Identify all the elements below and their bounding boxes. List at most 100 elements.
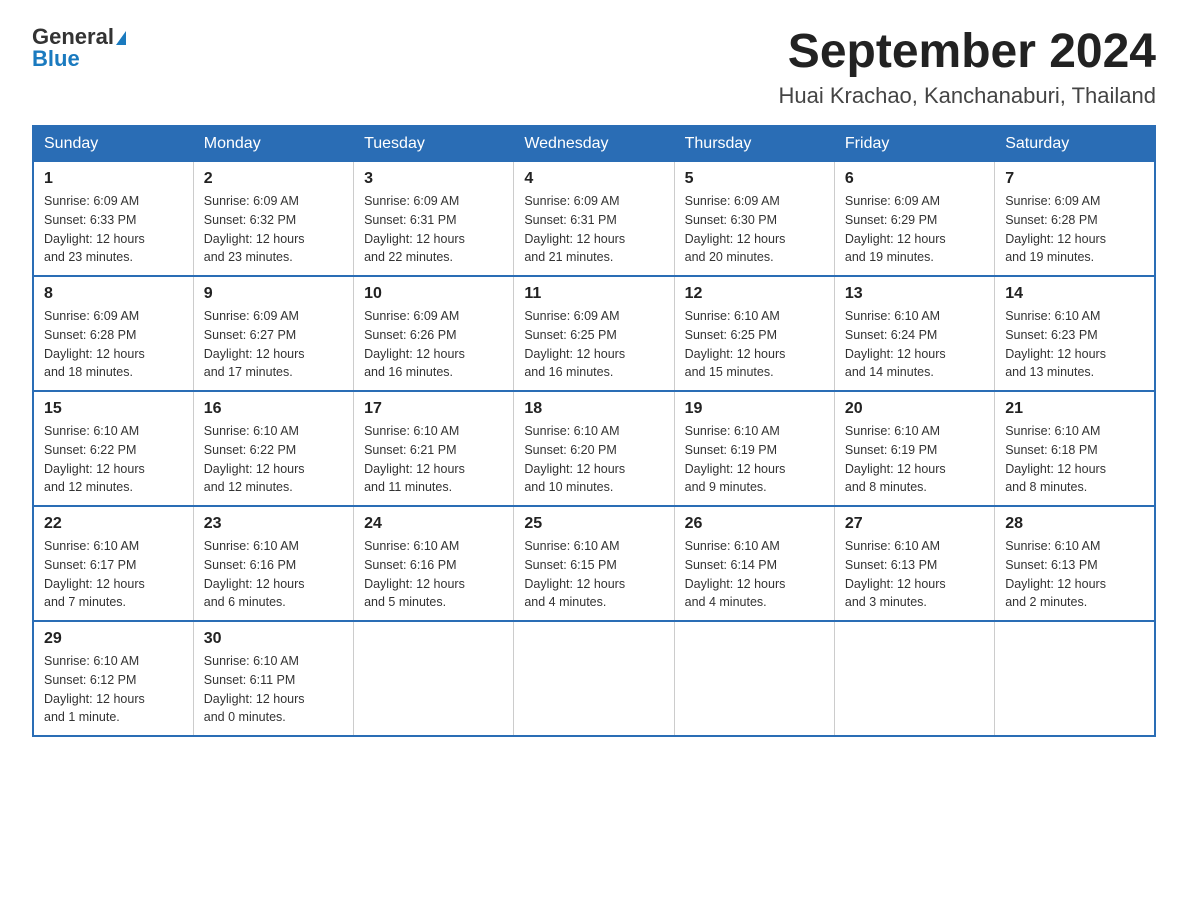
calendar-cell [674, 621, 834, 736]
calendar-cell: 4 Sunrise: 6:09 AM Sunset: 6:31 PM Dayli… [514, 162, 674, 277]
day-number: 30 [204, 630, 343, 648]
weekday-header-friday: Friday [834, 126, 994, 162]
weekday-header-thursday: Thursday [674, 126, 834, 162]
calendar-cell: 30 Sunrise: 6:10 AM Sunset: 6:11 PM Dayl… [193, 621, 353, 736]
weekday-header-sunday: Sunday [33, 126, 193, 162]
day-info: Sunrise: 6:10 AM Sunset: 6:14 PM Dayligh… [685, 537, 824, 612]
calendar-cell: 26 Sunrise: 6:10 AM Sunset: 6:14 PM Dayl… [674, 506, 834, 621]
day-number: 17 [364, 400, 503, 418]
calendar-cell: 19 Sunrise: 6:10 AM Sunset: 6:19 PM Dayl… [674, 391, 834, 506]
weekday-header-wednesday: Wednesday [514, 126, 674, 162]
calendar-week-row: 29 Sunrise: 6:10 AM Sunset: 6:12 PM Dayl… [33, 621, 1155, 736]
calendar-cell: 14 Sunrise: 6:10 AM Sunset: 6:23 PM Dayl… [995, 276, 1155, 391]
day-info: Sunrise: 6:10 AM Sunset: 6:24 PM Dayligh… [845, 307, 984, 382]
day-number: 1 [44, 170, 183, 188]
day-info: Sunrise: 6:09 AM Sunset: 6:27 PM Dayligh… [204, 307, 343, 382]
day-number: 6 [845, 170, 984, 188]
day-number: 27 [845, 515, 984, 533]
calendar-week-row: 22 Sunrise: 6:10 AM Sunset: 6:17 PM Dayl… [33, 506, 1155, 621]
day-info: Sunrise: 6:10 AM Sunset: 6:18 PM Dayligh… [1005, 422, 1144, 497]
day-number: 29 [44, 630, 183, 648]
day-number: 21 [1005, 400, 1144, 418]
day-info: Sunrise: 6:10 AM Sunset: 6:22 PM Dayligh… [44, 422, 183, 497]
calendar-cell: 22 Sunrise: 6:10 AM Sunset: 6:17 PM Dayl… [33, 506, 193, 621]
calendar-header-row: SundayMondayTuesdayWednesdayThursdayFrid… [33, 126, 1155, 162]
day-info: Sunrise: 6:10 AM Sunset: 6:12 PM Dayligh… [44, 652, 183, 727]
day-number: 18 [524, 400, 663, 418]
day-number: 16 [204, 400, 343, 418]
day-number: 14 [1005, 285, 1144, 303]
title-block: September 2024 Huai Krachao, Kanchanabur… [778, 24, 1156, 109]
page-header: General Blue September 2024 Huai Krachao… [32, 24, 1156, 109]
day-info: Sunrise: 6:09 AM Sunset: 6:28 PM Dayligh… [44, 307, 183, 382]
logo: General Blue [32, 24, 126, 72]
day-info: Sunrise: 6:10 AM Sunset: 6:20 PM Dayligh… [524, 422, 663, 497]
day-number: 26 [685, 515, 824, 533]
calendar-cell: 10 Sunrise: 6:09 AM Sunset: 6:26 PM Dayl… [354, 276, 514, 391]
day-info: Sunrise: 6:09 AM Sunset: 6:30 PM Dayligh… [685, 192, 824, 267]
weekday-header-tuesday: Tuesday [354, 126, 514, 162]
calendar-cell [995, 621, 1155, 736]
day-number: 7 [1005, 170, 1144, 188]
calendar-cell: 12 Sunrise: 6:10 AM Sunset: 6:25 PM Dayl… [674, 276, 834, 391]
calendar-cell: 7 Sunrise: 6:09 AM Sunset: 6:28 PM Dayli… [995, 162, 1155, 277]
calendar-cell: 11 Sunrise: 6:09 AM Sunset: 6:25 PM Dayl… [514, 276, 674, 391]
day-info: Sunrise: 6:10 AM Sunset: 6:16 PM Dayligh… [204, 537, 343, 612]
day-number: 9 [204, 285, 343, 303]
day-info: Sunrise: 6:10 AM Sunset: 6:22 PM Dayligh… [204, 422, 343, 497]
calendar-cell [834, 621, 994, 736]
calendar-cell: 23 Sunrise: 6:10 AM Sunset: 6:16 PM Dayl… [193, 506, 353, 621]
calendar-week-row: 15 Sunrise: 6:10 AM Sunset: 6:22 PM Dayl… [33, 391, 1155, 506]
calendar-cell: 25 Sunrise: 6:10 AM Sunset: 6:15 PM Dayl… [514, 506, 674, 621]
day-number: 12 [685, 285, 824, 303]
day-info: Sunrise: 6:09 AM Sunset: 6:31 PM Dayligh… [524, 192, 663, 267]
calendar-cell: 28 Sunrise: 6:10 AM Sunset: 6:13 PM Dayl… [995, 506, 1155, 621]
day-info: Sunrise: 6:09 AM Sunset: 6:29 PM Dayligh… [845, 192, 984, 267]
day-info: Sunrise: 6:10 AM Sunset: 6:21 PM Dayligh… [364, 422, 503, 497]
day-info: Sunrise: 6:09 AM Sunset: 6:33 PM Dayligh… [44, 192, 183, 267]
day-info: Sunrise: 6:10 AM Sunset: 6:13 PM Dayligh… [1005, 537, 1144, 612]
day-number: 4 [524, 170, 663, 188]
calendar-cell: 5 Sunrise: 6:09 AM Sunset: 6:30 PM Dayli… [674, 162, 834, 277]
calendar-cell: 2 Sunrise: 6:09 AM Sunset: 6:32 PM Dayli… [193, 162, 353, 277]
day-info: Sunrise: 6:09 AM Sunset: 6:28 PM Dayligh… [1005, 192, 1144, 267]
calendar-week-row: 8 Sunrise: 6:09 AM Sunset: 6:28 PM Dayli… [33, 276, 1155, 391]
calendar-cell [514, 621, 674, 736]
calendar-week-row: 1 Sunrise: 6:09 AM Sunset: 6:33 PM Dayli… [33, 162, 1155, 277]
calendar-cell: 6 Sunrise: 6:09 AM Sunset: 6:29 PM Dayli… [834, 162, 994, 277]
calendar-cell: 9 Sunrise: 6:09 AM Sunset: 6:27 PM Dayli… [193, 276, 353, 391]
day-info: Sunrise: 6:10 AM Sunset: 6:15 PM Dayligh… [524, 537, 663, 612]
day-number: 13 [845, 285, 984, 303]
day-number: 5 [685, 170, 824, 188]
day-number: 8 [44, 285, 183, 303]
logo-text-blue: Blue [32, 46, 80, 72]
day-info: Sunrise: 6:10 AM Sunset: 6:19 PM Dayligh… [845, 422, 984, 497]
day-info: Sunrise: 6:09 AM Sunset: 6:32 PM Dayligh… [204, 192, 343, 267]
calendar-cell [354, 621, 514, 736]
day-number: 15 [44, 400, 183, 418]
day-number: 24 [364, 515, 503, 533]
calendar-cell: 3 Sunrise: 6:09 AM Sunset: 6:31 PM Dayli… [354, 162, 514, 277]
day-info: Sunrise: 6:10 AM Sunset: 6:17 PM Dayligh… [44, 537, 183, 612]
day-number: 23 [204, 515, 343, 533]
day-number: 2 [204, 170, 343, 188]
day-number: 28 [1005, 515, 1144, 533]
day-info: Sunrise: 6:10 AM Sunset: 6:16 PM Dayligh… [364, 537, 503, 612]
day-info: Sunrise: 6:10 AM Sunset: 6:19 PM Dayligh… [685, 422, 824, 497]
calendar-cell: 16 Sunrise: 6:10 AM Sunset: 6:22 PM Dayl… [193, 391, 353, 506]
day-info: Sunrise: 6:09 AM Sunset: 6:26 PM Dayligh… [364, 307, 503, 382]
day-info: Sunrise: 6:10 AM Sunset: 6:23 PM Dayligh… [1005, 307, 1144, 382]
calendar-cell: 18 Sunrise: 6:10 AM Sunset: 6:20 PM Dayl… [514, 391, 674, 506]
calendar-cell: 17 Sunrise: 6:10 AM Sunset: 6:21 PM Dayl… [354, 391, 514, 506]
calendar-cell: 8 Sunrise: 6:09 AM Sunset: 6:28 PM Dayli… [33, 276, 193, 391]
calendar-cell: 13 Sunrise: 6:10 AM Sunset: 6:24 PM Dayl… [834, 276, 994, 391]
day-info: Sunrise: 6:10 AM Sunset: 6:11 PM Dayligh… [204, 652, 343, 727]
calendar-cell: 21 Sunrise: 6:10 AM Sunset: 6:18 PM Dayl… [995, 391, 1155, 506]
day-info: Sunrise: 6:09 AM Sunset: 6:25 PM Dayligh… [524, 307, 663, 382]
day-number: 3 [364, 170, 503, 188]
calendar-cell: 1 Sunrise: 6:09 AM Sunset: 6:33 PM Dayli… [33, 162, 193, 277]
calendar-cell: 29 Sunrise: 6:10 AM Sunset: 6:12 PM Dayl… [33, 621, 193, 736]
calendar-cell: 27 Sunrise: 6:10 AM Sunset: 6:13 PM Dayl… [834, 506, 994, 621]
day-number: 25 [524, 515, 663, 533]
day-number: 22 [44, 515, 183, 533]
